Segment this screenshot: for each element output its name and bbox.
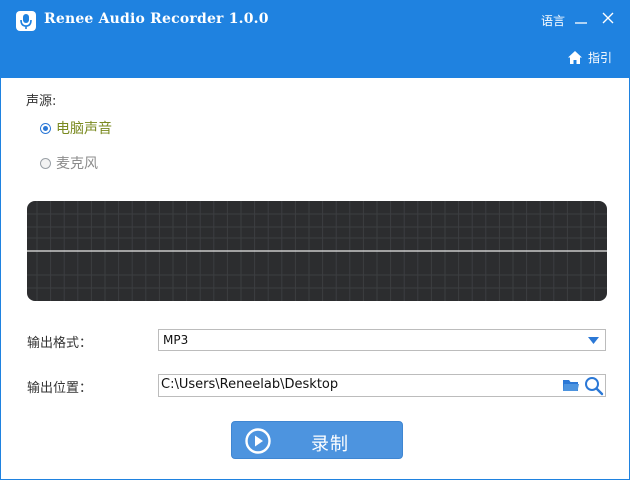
title-bar: Renee Audio Recorder 1.0.0 语言 指引 — [1, 1, 629, 78]
record-button[interactable]: 录制 — [231, 421, 403, 459]
home-icon — [568, 50, 582, 64]
language-menu[interactable]: 语言 — [541, 12, 565, 29]
help-button[interactable]: 指引 — [567, 47, 612, 67]
output-format-value: MP3 — [163, 333, 189, 347]
source-option-computer[interactable]: 电脑声音 — [40, 118, 112, 138]
output-format-select[interactable]: MP3 — [158, 329, 606, 351]
radio-button-checked[interactable] — [40, 122, 51, 134]
app-window: Renee Audio Recorder 1.0.0 语言 指引 声源: 电脑声… — [0, 0, 630, 480]
app-title: Renee Audio Recorder 1.0.0 — [44, 11, 269, 27]
sound-source-label: 声源: — [26, 94, 57, 109]
close-icon[interactable] — [599, 9, 617, 27]
dropdown-arrow-icon[interactable] — [588, 337, 599, 344]
microphone-app-icon — [16, 11, 36, 31]
minimize-icon[interactable] — [572, 9, 590, 27]
play-icon — [245, 428, 271, 454]
record-button-label: 录制 — [311, 434, 349, 455]
output-format-label: 输出格式： — [27, 336, 93, 351]
waveform-display — [27, 201, 607, 301]
output-location-field[interactable]: C:\Users\Reneelab\Desktop — [158, 374, 606, 397]
help-label: 指引 — [588, 50, 613, 65]
search-icon[interactable] — [584, 376, 604, 396]
source-option-microphone[interactable]: 麦克风 — [40, 153, 98, 173]
output-location-value: C:\Users\Reneelab\Desktop — [161, 377, 339, 392]
output-location-label: 输出位置： — [27, 381, 93, 396]
source-option-label: 电脑声音 — [56, 121, 112, 137]
source-option-label: 麦克风 — [56, 156, 98, 172]
folder-icon[interactable] — [563, 378, 579, 392]
radio-button-unchecked[interactable] — [40, 157, 51, 169]
waveform-grid — [27, 201, 607, 301]
